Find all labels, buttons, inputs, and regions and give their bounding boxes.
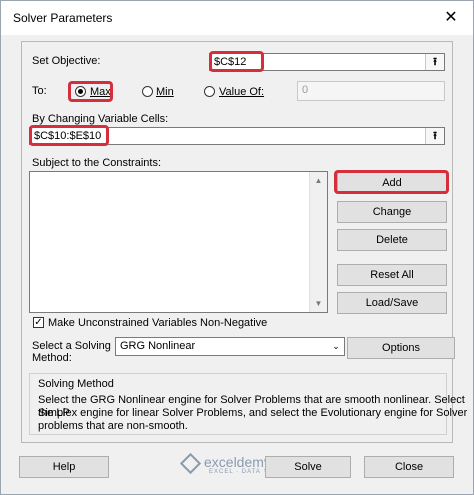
method-label-line1: Select a Solving [32,340,111,352]
close-icon[interactable]: ✕ [439,6,463,30]
delete-button[interactable]: Delete [337,229,447,251]
window-title: Solver Parameters [13,11,113,25]
help-button[interactable]: Help [19,456,109,478]
exceldemy-logo-icon [179,452,202,474]
reset-all-button[interactable]: Reset All [337,264,447,286]
scroll-up-icon[interactable]: ▲ [310,172,327,189]
value-of-input[interactable]: 0 [297,81,445,101]
constraints-list[interactable]: ▲ ▼ [29,171,328,313]
method-label-line2: Method: [32,352,72,364]
constraints-label: Subject to the Constraints: [32,157,162,169]
to-label: To: [32,85,47,97]
method-select[interactable]: GRG Nonlinear ⌄ [115,337,345,356]
max-radio-label[interactable]: Max [90,86,111,98]
value-of-radio-label[interactable]: Value Of: [219,86,264,98]
title-bar: Solver Parameters ✕ [1,1,473,35]
changing-cells-label: By Changing Variable Cells: [32,113,169,125]
nonnegative-checkbox[interactable]: ✓ [33,317,44,328]
solve-button[interactable]: Solve [265,456,351,478]
set-objective-value: $C$12 [214,56,247,68]
upload-arrow-icon[interactable]: ⭱ [425,54,444,70]
close-button[interactable]: Close [364,456,454,478]
method-select-value: GRG Nonlinear [120,340,196,352]
changing-cells-field[interactable]: $C$10:$E$10 ⭱ [29,127,445,145]
min-radio[interactable] [142,86,153,97]
solving-method-line-2: Simplex engine for linear Solver Problem… [38,407,468,419]
load-save-button[interactable]: Load/Save [337,292,447,314]
solving-method-title: Solving Method [38,378,114,390]
solver-parameters-window: Solver Parameters ✕ Set Objective: $C$12… [0,0,474,495]
upload-arrow-icon[interactable]: ⭱ [425,128,444,144]
value-of-radio[interactable] [204,86,215,97]
options-button[interactable]: Options [347,337,455,359]
set-objective-label: Set Objective: [32,55,101,67]
constraints-scrollbar[interactable]: ▲ ▼ [309,172,327,312]
change-button[interactable]: Change [337,201,447,223]
add-button[interactable]: Add [337,172,447,194]
chevron-down-icon[interactable]: ⌄ [328,338,344,355]
scroll-down-icon[interactable]: ▼ [310,295,327,312]
set-objective-field[interactable]: $C$12 ⭱ [209,53,445,71]
exceldemy-watermark: exceldemy EXCEL · DATA · BI [179,452,276,475]
watermark-name: exceldemy [204,454,271,470]
max-radio[interactable] [75,86,86,97]
changing-cells-value: $C$10:$E$10 [34,130,102,142]
min-radio-label[interactable]: Min [156,86,174,98]
nonnegative-label[interactable]: Make Unconstrained Variables Non-Negativ… [48,317,267,329]
solving-method-line-3: problems that are non-smooth. [38,420,188,432]
